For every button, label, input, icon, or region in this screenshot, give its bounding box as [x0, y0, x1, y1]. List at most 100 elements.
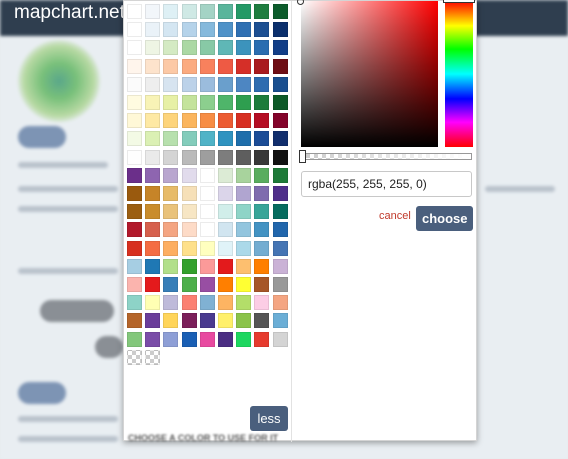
color-swatch[interactable] — [181, 167, 197, 183]
color-swatch[interactable] — [163, 4, 179, 19]
color-swatch[interactable] — [145, 167, 161, 183]
color-swatch[interactable] — [218, 240, 233, 256]
color-swatch[interactable] — [218, 149, 233, 165]
color-swatch[interactable] — [218, 58, 233, 74]
color-swatch[interactable] — [145, 331, 161, 347]
color-swatch[interactable] — [127, 131, 142, 147]
color-swatch[interactable] — [254, 95, 270, 110]
color-swatch[interactable] — [218, 331, 233, 347]
color-swatch[interactable] — [127, 295, 142, 311]
saturation-value-area[interactable] — [301, 1, 438, 147]
color-swatch[interactable] — [163, 204, 179, 220]
color-swatch[interactable] — [163, 22, 179, 38]
color-swatch[interactable] — [127, 331, 142, 347]
color-swatch[interactable] — [272, 40, 288, 56]
color-swatch[interactable] — [181, 222, 197, 238]
color-swatch[interactable] — [254, 240, 270, 256]
color-value-input[interactable] — [301, 171, 472, 197]
color-swatch[interactable] — [163, 277, 179, 292]
color-swatch[interactable] — [254, 40, 270, 56]
color-swatch[interactable] — [254, 258, 270, 274]
color-swatch[interactable] — [254, 167, 270, 183]
color-swatch[interactable] — [199, 204, 215, 220]
color-swatch[interactable] — [145, 113, 161, 129]
color-swatch[interactable] — [272, 4, 288, 19]
color-swatch[interactable] — [236, 222, 252, 238]
color-swatch[interactable] — [199, 76, 215, 92]
color-swatch[interactable] — [199, 40, 215, 56]
color-swatch[interactable] — [236, 22, 252, 38]
color-swatch[interactable] — [181, 204, 197, 220]
color-swatch[interactable] — [181, 186, 197, 201]
color-swatch[interactable] — [181, 95, 197, 110]
color-swatch[interactable] — [199, 277, 215, 292]
color-swatch[interactable] — [254, 277, 270, 292]
color-swatch[interactable] — [199, 186, 215, 201]
color-swatch[interactable] — [199, 167, 215, 183]
alpha-slider[interactable] — [301, 153, 472, 160]
color-swatch[interactable] — [181, 4, 197, 19]
color-swatch[interactable] — [218, 186, 233, 201]
color-swatch[interactable] — [163, 331, 179, 347]
color-swatch[interactable] — [218, 22, 233, 38]
cancel-link[interactable]: cancel — [379, 210, 411, 222]
color-swatch[interactable] — [145, 95, 161, 110]
color-swatch[interactable] — [163, 131, 179, 147]
color-swatch[interactable] — [254, 131, 270, 147]
color-swatch[interactable] — [236, 4, 252, 19]
color-swatch[interactable] — [254, 58, 270, 74]
color-swatch[interactable] — [236, 240, 252, 256]
color-swatch[interactable] — [163, 113, 179, 129]
color-swatch[interactable] — [272, 240, 288, 256]
color-swatch[interactable] — [272, 95, 288, 110]
color-swatch[interactable] — [145, 295, 161, 311]
color-swatch[interactable] — [272, 131, 288, 147]
color-swatch[interactable] — [181, 22, 197, 38]
color-swatch[interactable] — [199, 313, 215, 329]
choose-button[interactable]: choose — [416, 206, 473, 231]
color-swatch[interactable] — [199, 22, 215, 38]
color-swatch[interactable] — [254, 331, 270, 347]
color-swatch[interactable] — [163, 167, 179, 183]
color-swatch[interactable] — [145, 22, 161, 38]
color-swatch[interactable] — [181, 113, 197, 129]
color-swatch[interactable] — [218, 4, 233, 19]
color-swatch[interactable] — [236, 186, 252, 201]
color-swatch[interactable] — [163, 76, 179, 92]
color-swatch[interactable] — [145, 277, 161, 292]
color-swatch[interactable] — [181, 240, 197, 256]
color-swatch[interactable] — [218, 40, 233, 56]
color-swatch[interactable] — [236, 113, 252, 129]
color-swatch[interactable] — [199, 131, 215, 147]
color-swatch[interactable] — [145, 76, 161, 92]
color-swatch[interactable] — [236, 258, 252, 274]
color-swatch[interactable] — [272, 313, 288, 329]
color-swatch[interactable] — [145, 149, 161, 165]
color-swatch[interactable] — [272, 167, 288, 183]
color-swatch[interactable] — [145, 204, 161, 220]
color-swatch[interactable] — [236, 277, 252, 292]
color-swatch[interactable] — [254, 204, 270, 220]
color-swatch[interactable] — [254, 222, 270, 238]
less-button[interactable]: less — [250, 406, 288, 431]
color-swatch[interactable] — [218, 258, 233, 274]
color-swatch[interactable] — [254, 113, 270, 129]
color-swatch[interactable] — [254, 313, 270, 329]
transparent-swatch[interactable] — [127, 349, 142, 365]
color-swatch[interactable] — [163, 149, 179, 165]
color-swatch[interactable] — [181, 76, 197, 92]
color-swatch[interactable] — [181, 313, 197, 329]
color-swatch[interactable] — [199, 331, 215, 347]
color-swatch[interactable] — [218, 95, 233, 110]
hue-slider[interactable] — [445, 1, 473, 147]
color-swatch[interactable] — [218, 313, 233, 329]
color-swatch[interactable] — [127, 113, 142, 129]
color-swatch[interactable] — [272, 186, 288, 201]
color-swatch[interactable] — [272, 58, 288, 74]
color-swatch[interactable] — [199, 4, 215, 19]
color-swatch[interactable] — [181, 58, 197, 74]
color-swatch[interactable] — [236, 58, 252, 74]
color-swatch[interactable] — [181, 149, 197, 165]
color-swatch[interactable] — [127, 313, 142, 329]
color-swatch[interactable] — [236, 76, 252, 92]
